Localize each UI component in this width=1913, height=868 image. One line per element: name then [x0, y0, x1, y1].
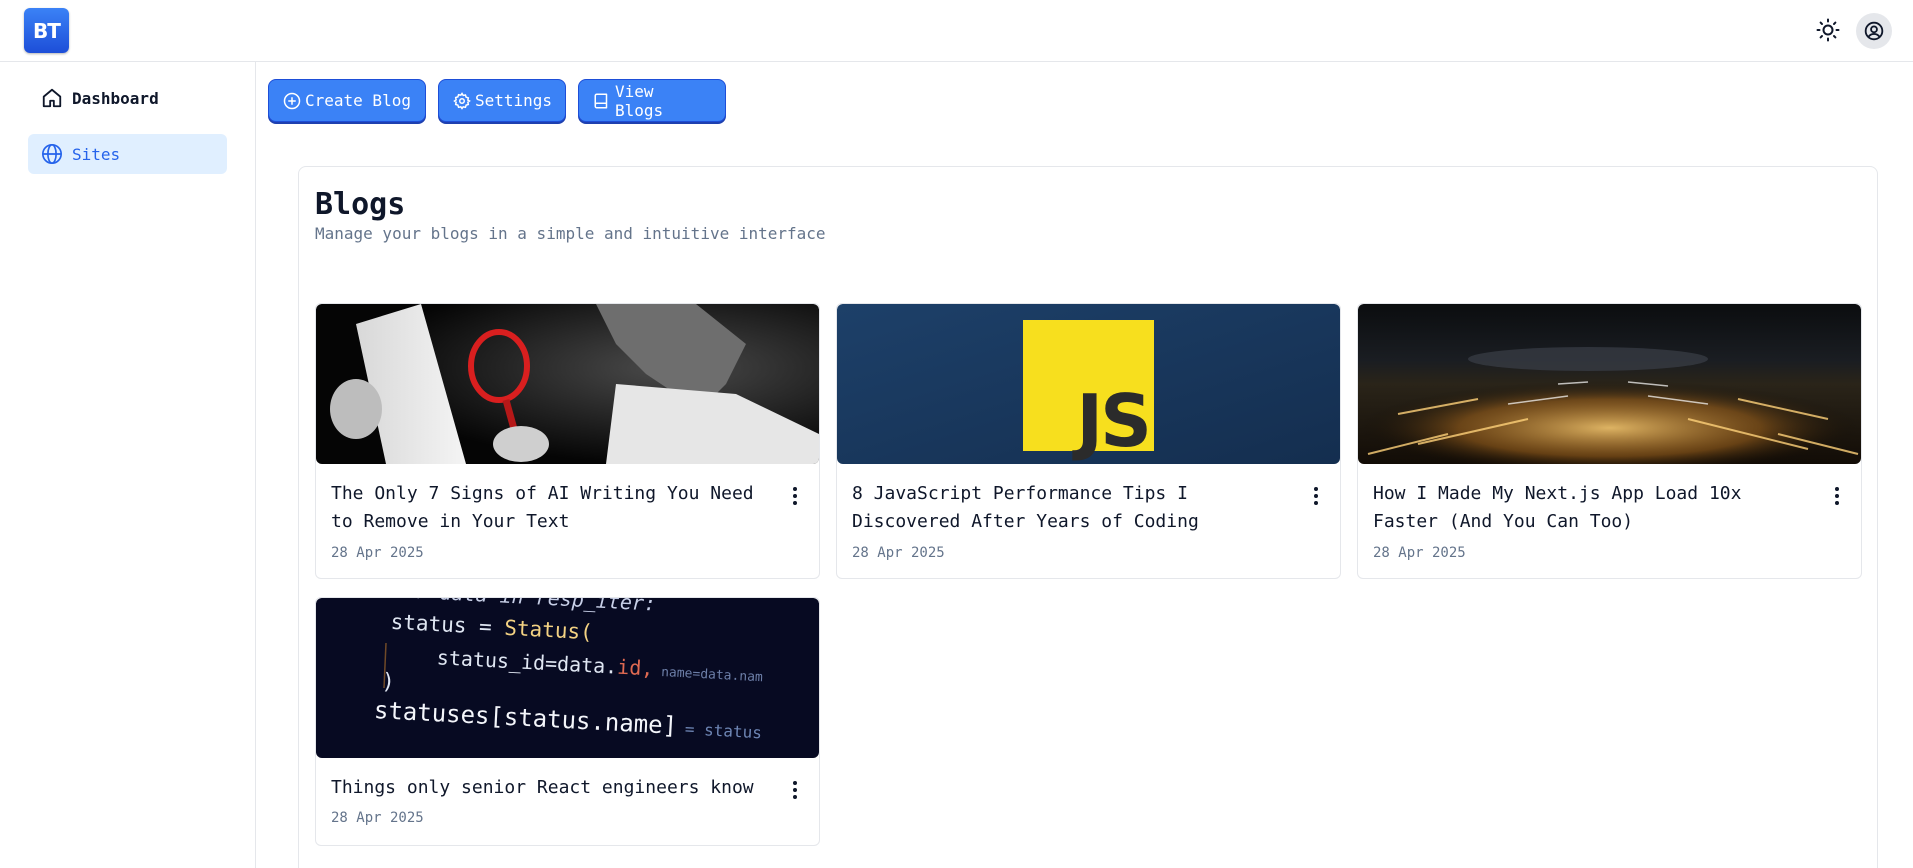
sun-icon — [1816, 18, 1840, 42]
theme-toggle-button[interactable] — [1812, 14, 1844, 46]
sidebar-item-dashboard[interactable]: Dashboard — [28, 78, 227, 118]
blog-card[interactable]: JS 8 JavaScript Performance Tips I Disco… — [836, 303, 1341, 579]
blog-date: 28 Apr 2025 — [852, 545, 945, 561]
blog-title[interactable]: 8 JavaScript Performance Tips I Discover… — [852, 480, 1282, 536]
blog-card[interactable]: The Only 7 Signs of AI Writing You Need … — [315, 303, 820, 579]
more-options-button[interactable] — [1827, 484, 1847, 508]
settings-button[interactable]: Settings — [438, 79, 566, 122]
page-title: Blogs — [315, 187, 406, 222]
blog-card[interactable]: nc for data in resp_iter: status = Statu… — [315, 597, 820, 846]
logo[interactable]: BT — [24, 8, 69, 53]
code-line-5b: = status — [684, 719, 762, 742]
blog-date: 28 Apr 2025 — [331, 810, 424, 826]
top-bar: BT — [0, 0, 1913, 62]
blog-card[interactable]: How I Made My Next.js App Load 10x Faste… — [1357, 303, 1862, 579]
blog-thumbnail-js-logo: JS — [837, 304, 1340, 464]
home-icon — [40, 86, 64, 110]
more-options-button[interactable] — [1306, 484, 1326, 508]
blog-thumbnail-city-lights — [1358, 304, 1861, 464]
sidebar-item-label: Dashboard — [72, 88, 159, 108]
create-blog-button[interactable]: Create Blog — [268, 79, 426, 122]
settings-label: Settings — [475, 91, 553, 110]
user-menu-button[interactable] — [1856, 13, 1892, 49]
code-line-3b: id, — [617, 655, 654, 681]
plus-circle-icon — [283, 92, 301, 110]
page-subtitle: Manage your blogs in a simple and intuit… — [315, 224, 826, 243]
sidebar-item-sites[interactable]: Sites — [28, 134, 227, 174]
blog-date: 28 Apr 2025 — [331, 545, 424, 561]
blog-title[interactable]: How I Made My Next.js App Load 10x Faste… — [1373, 480, 1803, 536]
code-line-2b: Status( — [504, 616, 594, 645]
book-icon — [593, 92, 611, 110]
user-circle-icon — [1864, 21, 1884, 41]
gear-icon — [453, 91, 471, 110]
view-blogs-button[interactable]: View Blogs — [578, 79, 726, 122]
blogs-panel: Blogs Manage your blogs in a simple and … — [298, 166, 1878, 868]
blog-title[interactable]: The Only 7 Signs of AI Writing You Need … — [331, 480, 761, 536]
blog-thumbnail-magnifying-glass — [316, 304, 819, 464]
code-line-4: ) — [381, 669, 396, 695]
sidebar-item-label: Sites — [72, 144, 121, 164]
blog-thumbnail-code: nc for data in resp_iter: status = Statu… — [316, 598, 819, 758]
more-options-button[interactable] — [785, 778, 805, 802]
view-blogs-label: View Blogs — [615, 81, 664, 120]
blog-title[interactable]: Things only senior React engineers know — [331, 774, 761, 802]
js-logo-text: JS — [1071, 379, 1149, 463]
create-blog-label: Create Blog — [305, 91, 411, 110]
blog-date: 28 Apr 2025 — [1373, 545, 1466, 561]
sidebar: Dashboard Sites — [0, 62, 256, 868]
globe-icon — [40, 142, 64, 166]
more-options-button[interactable] — [785, 484, 805, 508]
